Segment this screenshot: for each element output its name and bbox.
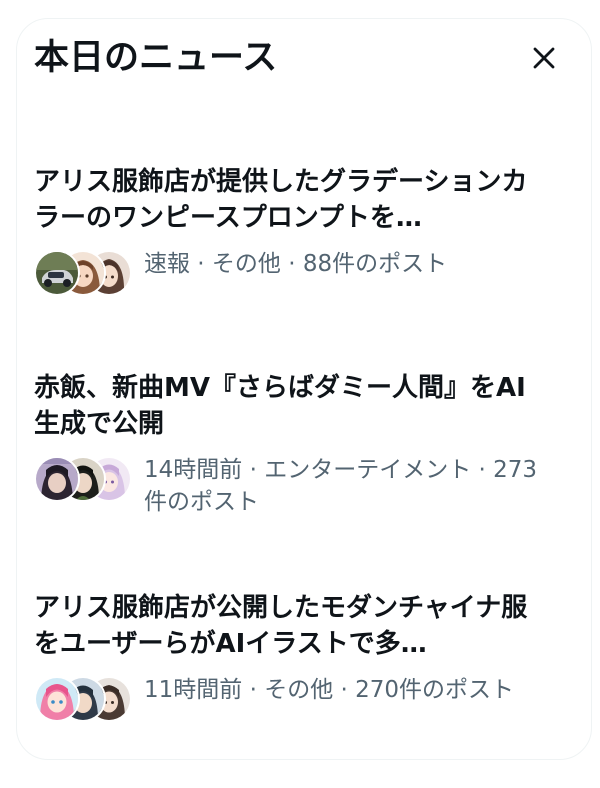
news-meta-row: 11時間前 · その他 · 270件のポスト [34, 674, 544, 722]
news-item[interactable]: 赤飯、新曲MV『さらばダミー人間』をAI生成で公開 14時間前 · エンターテイ… [34, 370, 544, 515]
news-meta: 11時間前 · その他 · 270件のポスト [144, 677, 515, 703]
news-headline: アリス服飾店が公開したモダンチャイナ服をユーザーらがAIイラストで多… [34, 593, 528, 659]
avatar [34, 456, 80, 502]
avatar [34, 676, 80, 722]
avatar [34, 250, 80, 296]
news-item[interactable]: アリス服飾店が公開したモダンチャイナ服をユーザーらがAIイラストで多… 11時間… [34, 590, 544, 722]
news-item[interactable]: アリス服飾店が提供したグラデーションカラーのワンピースプロンプトを… 速報 · … [34, 164, 544, 296]
news-meta-row: 速報 · その他 · 88件のポスト [34, 248, 544, 296]
news-meta: 14時間前 · エンターテイメント · 273件のポスト [144, 457, 538, 515]
panel-header: 本日のニュース [34, 38, 566, 78]
avatar-stack [34, 250, 132, 296]
news-meta: 速報 · その他 · 88件のポスト [144, 251, 448, 277]
avatar-stack [34, 676, 132, 722]
news-meta-row: 14時間前 · エンターテイメント · 273件のポスト [34, 454, 544, 515]
news-headline: 赤飯、新曲MV『さらばダミー人間』をAI生成で公開 [34, 373, 526, 439]
news-headline: アリス服飾店が提供したグラデーションカラーのワンピースプロンプトを… [34, 167, 528, 233]
panel-title: 本日のニュース [34, 38, 278, 78]
avatar-stack [34, 456, 132, 502]
close-icon[interactable] [528, 42, 560, 74]
